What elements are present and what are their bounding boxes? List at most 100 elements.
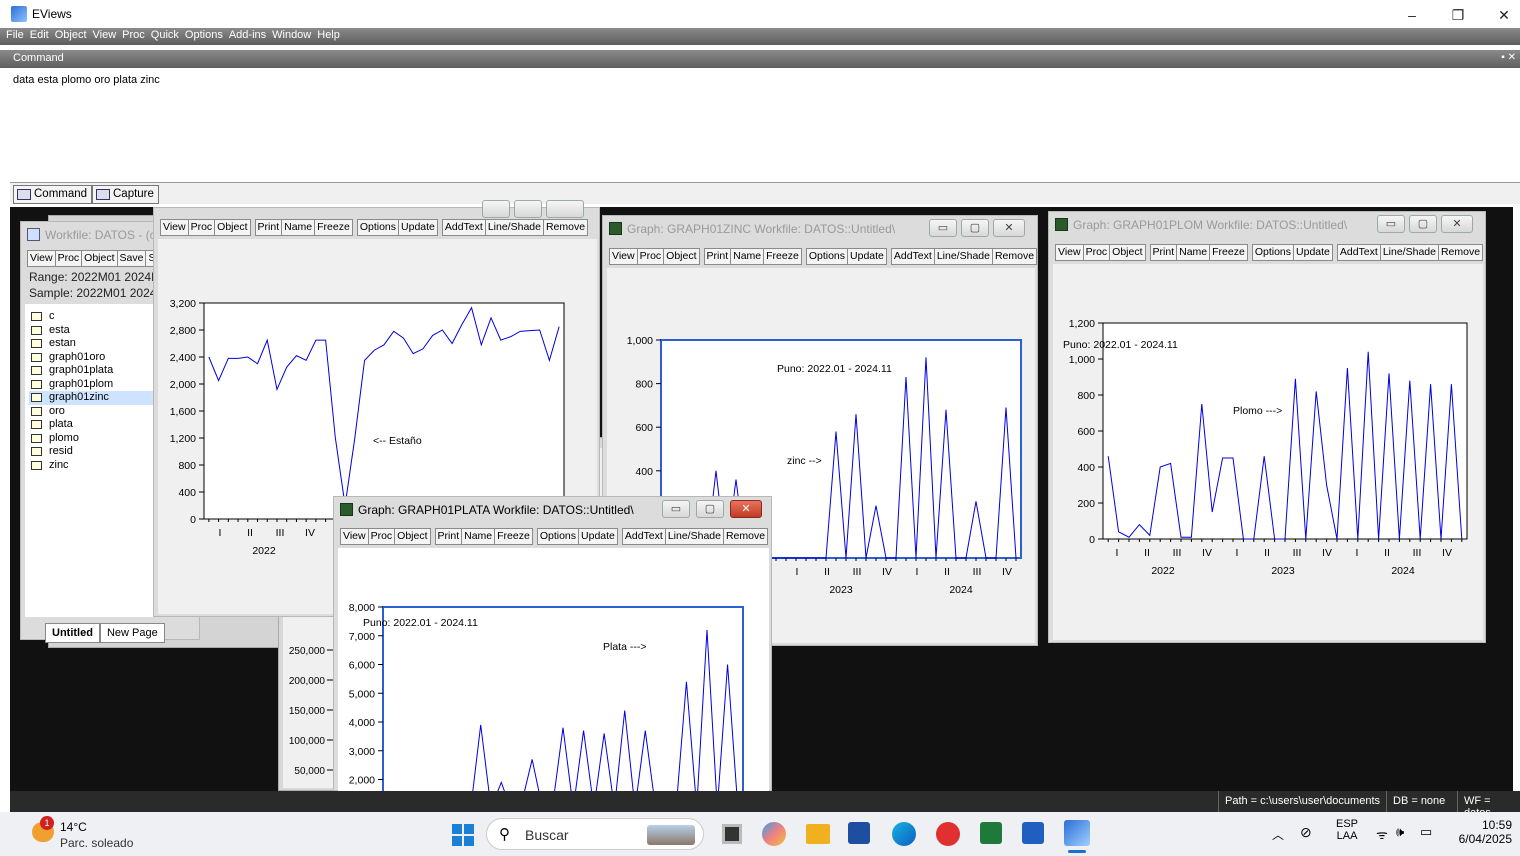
graph-toolbar-update[interactable]: Update — [399, 219, 438, 236]
language-indicator[interactable]: ESP LAA — [1336, 818, 1358, 842]
graph-toolbar-object[interactable]: Object — [664, 248, 700, 265]
weather-desc[interactable]: Parc. soleado — [60, 836, 133, 850]
graph-toolbar-remove[interactable]: Remove — [543, 219, 589, 236]
esta-minimize-button[interactable] — [482, 200, 510, 218]
command-input-area[interactable] — [10, 70, 1520, 182]
graph-toolbar-view[interactable]: View — [1055, 244, 1084, 261]
task-view-icon[interactable] — [722, 824, 742, 844]
close-button[interactable]: ✕ — [1482, 4, 1520, 26]
workfile-object-oro[interactable]: oro — [29, 405, 159, 419]
graph-toolbar-freeze[interactable]: Freeze — [315, 219, 353, 236]
zinc-maximize-button[interactable]: ▢ — [961, 219, 989, 237]
graph-toolbar-lineshade[interactable]: Line/Shade — [485, 219, 544, 236]
plom-minimize-button[interactable]: ▭ — [1377, 215, 1405, 233]
workfile-object-esta[interactable]: esta — [29, 324, 159, 338]
workfile-object-graph01plata[interactable]: graph01plata — [29, 364, 159, 378]
sync-off-icon[interactable]: ⊘ — [1300, 824, 1312, 841]
graph-toolbar-options[interactable]: Options — [805, 248, 849, 265]
menu-edit[interactable]: Edit — [30, 28, 49, 41]
windows-start-icon[interactable] — [452, 824, 474, 846]
tab-command[interactable]: Command — [13, 185, 93, 204]
graph-toolbar-update[interactable]: Update — [848, 248, 887, 265]
workfile-object-plomo[interactable]: plomo — [29, 432, 159, 446]
graph-toolbar-name[interactable]: Name — [462, 528, 496, 545]
graph-toolbar-print[interactable]: Print — [434, 528, 463, 545]
menu-addins[interactable]: Add-ins — [229, 28, 266, 41]
graph-toolbar-lineshade[interactable]: Line/Shade — [665, 528, 724, 545]
volume-icon[interactable]: 🕪 — [1396, 824, 1404, 840]
workfile-object-graph01oro[interactable]: graph01oro — [29, 351, 159, 365]
menu-object[interactable]: Object — [55, 28, 87, 41]
graph-toolbar-name[interactable]: Name — [282, 219, 316, 236]
graph-toolbar-lineshade[interactable]: Line/Shade — [1380, 244, 1439, 261]
menu-help[interactable]: Help — [317, 28, 340, 41]
plom-close-button[interactable]: ✕ — [1441, 215, 1473, 233]
menu-quick[interactable]: Quick — [151, 28, 179, 41]
graph-toolbar-view[interactable]: View — [609, 248, 638, 265]
graph-toolbar-name[interactable]: Name — [1177, 244, 1211, 261]
graph-toolbar-proc[interactable]: Proc — [368, 528, 396, 545]
workfile-object-c[interactable]: c — [29, 310, 159, 324]
menu-proc[interactable]: Proc — [122, 28, 145, 41]
tab-capture[interactable]: Capture — [92, 185, 159, 204]
eviews-taskbar-icon[interactable] — [1064, 820, 1090, 846]
graph-toolbar-remove[interactable]: Remove — [992, 248, 1038, 265]
wf-toolbar-view[interactable]: View — [27, 250, 56, 267]
graph-toolbar-remove[interactable]: Remove — [1438, 244, 1484, 261]
tab-new-page[interactable]: New Page — [99, 623, 165, 643]
workfile-object-graph01zinc[interactable]: graph01zinc — [29, 391, 159, 405]
brave-browser-icon[interactable] — [936, 822, 960, 846]
wf-toolbar-object[interactable]: Object — [82, 250, 118, 267]
graph-toolbar-proc[interactable]: Proc — [1083, 244, 1111, 261]
menu-view[interactable]: View — [93, 28, 117, 41]
battery-icon[interactable]: ▭ — [1420, 824, 1432, 840]
graph-toolbar-options[interactable]: Options — [1251, 244, 1295, 261]
menu-file[interactable]: File — [6, 28, 24, 41]
store-icon[interactable] — [848, 822, 870, 844]
wf-toolbar-proc[interactable]: Proc — [55, 250, 83, 267]
graph-toolbar-freeze[interactable]: Freeze — [1210, 244, 1248, 261]
workfile-object-zinc[interactable]: zinc — [29, 459, 159, 473]
maximize-button[interactable]: ❐ — [1436, 4, 1480, 26]
wf-toolbar-save[interactable]: Save — [117, 250, 147, 267]
plata-minimize-button[interactable]: ▭ — [662, 500, 690, 518]
word-icon[interactable] — [1022, 822, 1044, 844]
workfile-object-graph01plom[interactable]: graph01plom — [29, 378, 159, 392]
zinc-close-button[interactable]: ✕ — [993, 219, 1025, 237]
graph-toolbar-print[interactable]: Print — [1149, 244, 1178, 261]
graph-toolbar-options[interactable]: Options — [536, 528, 580, 545]
graph-toolbar-addtext[interactable]: AddText — [441, 219, 486, 236]
graph-toolbar-addtext[interactable]: AddText — [1336, 244, 1381, 261]
taskbar-clock[interactable]: 10:59 6/04/2025 — [1452, 818, 1512, 846]
graph-toolbar-view[interactable]: View — [340, 528, 369, 545]
edge-icon[interactable] — [892, 822, 916, 846]
graph-toolbar-proc[interactable]: Proc — [188, 219, 216, 236]
graph-toolbar-proc[interactable]: Proc — [637, 248, 665, 265]
graph-toolbar-update[interactable]: Update — [579, 528, 618, 545]
pin-icon[interactable]: ▪ ✕ — [1501, 52, 1516, 63]
menu-options[interactable]: Options — [185, 28, 223, 41]
graph-toolbar-addtext[interactable]: AddText — [621, 528, 666, 545]
copilot-icon[interactable] — [762, 822, 786, 846]
workfile-object-resid[interactable]: resid — [29, 445, 159, 459]
esta-close-button[interactable] — [546, 200, 584, 218]
graph-toolbar-object[interactable]: Object — [395, 528, 431, 545]
plata-close-button[interactable]: ✕ — [730, 500, 762, 518]
tab-untitled[interactable]: Untitled — [45, 623, 100, 643]
plom-maximize-button[interactable]: ▢ — [1409, 215, 1437, 233]
excel-icon[interactable] — [980, 822, 1002, 844]
graph-toolbar-remove[interactable]: Remove — [723, 528, 769, 545]
graph-toolbar-print[interactable]: Print — [254, 219, 283, 236]
esta-maximize-button[interactable] — [514, 200, 542, 218]
graph-toolbar-print[interactable]: Print — [703, 248, 732, 265]
graph-toolbar-update[interactable]: Update — [1294, 244, 1333, 261]
plata-maximize-button[interactable]: ▢ — [696, 500, 724, 518]
graph-toolbar-object[interactable]: Object — [215, 219, 251, 236]
weather-temp[interactable]: 14°C — [60, 820, 87, 834]
graph-toolbar-name[interactable]: Name — [731, 248, 765, 265]
graph-toolbar-freeze[interactable]: Freeze — [495, 528, 533, 545]
workfile-object-estan[interactable]: estan — [29, 337, 159, 351]
command-text[interactable]: data esta plomo oro plata zinc — [13, 74, 160, 86]
taskbar-search-box[interactable]: ⚲ Buscar — [486, 818, 704, 850]
graph-toolbar-freeze[interactable]: Freeze — [764, 248, 802, 265]
